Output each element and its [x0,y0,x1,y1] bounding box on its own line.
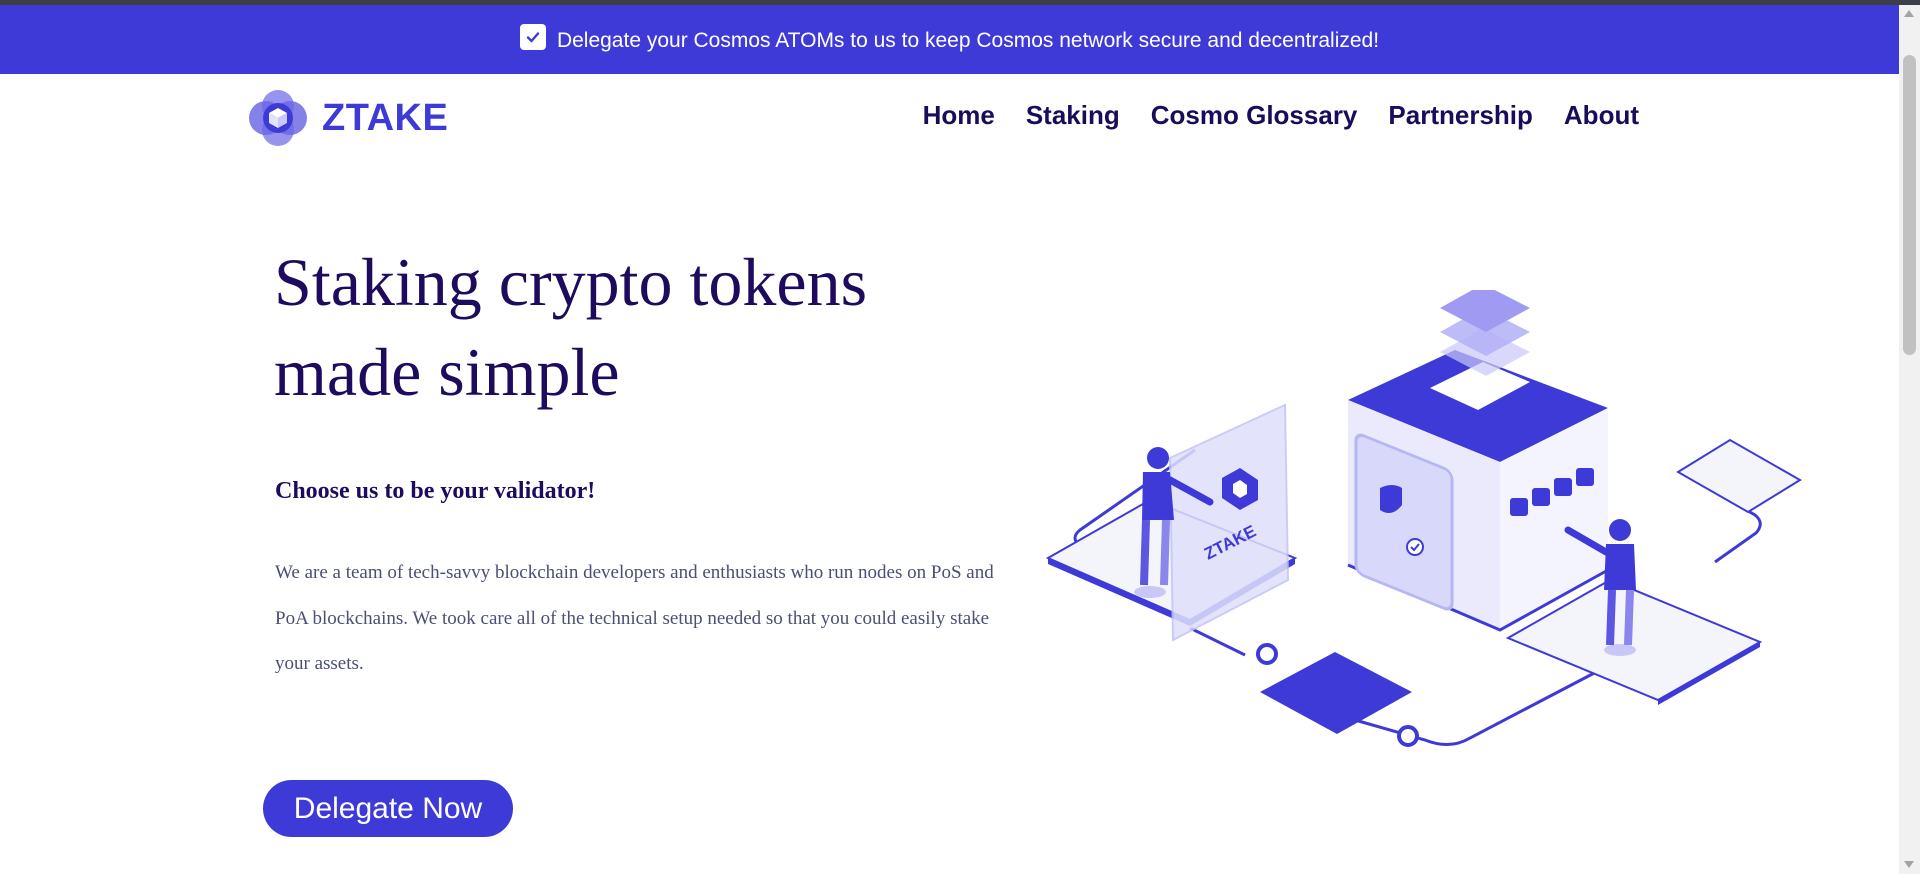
hero-title: Staking crypto tokens made simple [274,244,868,410]
ztake-glass-panel: ZTAKE [1168,403,1290,642]
central-cube [1347,350,1609,632]
announcement-banner: Delegate your Cosmos ATOMs to us to keep… [0,5,1899,74]
nav-item-partnership[interactable]: Partnership [1388,100,1533,131]
banner-text: Delegate your Cosmos ATOMs to us to keep… [556,28,1380,52]
ztake-logo-icon [249,90,307,146]
hero-description: We are a team of tech-savvy blockchain d… [275,562,994,674]
staking-illustration: ZTAKE [1045,290,1802,747]
floating-tile [1676,438,1802,514]
nav-item-cosmo-glossary[interactable]: Cosmo Glossary [1151,100,1358,131]
delegate-now-button[interactable]: Delegate Now [263,780,513,837]
brand-logo-link[interactable]: ZTAKE [248,89,448,147]
circuit-node-icon [1397,725,1419,747]
nav-item-about[interactable]: About [1564,100,1639,131]
page-scrollbar[interactable] [1899,5,1920,874]
main-navigation: Home Staking Cosmo Glossary Partnership … [892,100,1639,131]
scroll-up-icon[interactable] [1904,10,1914,17]
scrollbar-thumb[interactable] [1903,55,1916,355]
chip-diamond [1260,652,1412,734]
circuit-node-icon [1256,643,1278,665]
scroll-down-icon[interactable] [1904,861,1914,868]
nav-item-home[interactable]: Home [923,100,995,131]
check-icon [519,23,546,50]
nav-item-staking[interactable]: Staking [1026,100,1120,131]
hero-subtitle: Choose us to be your validator! [275,478,596,504]
brand-name: ZTAKE [322,96,449,139]
